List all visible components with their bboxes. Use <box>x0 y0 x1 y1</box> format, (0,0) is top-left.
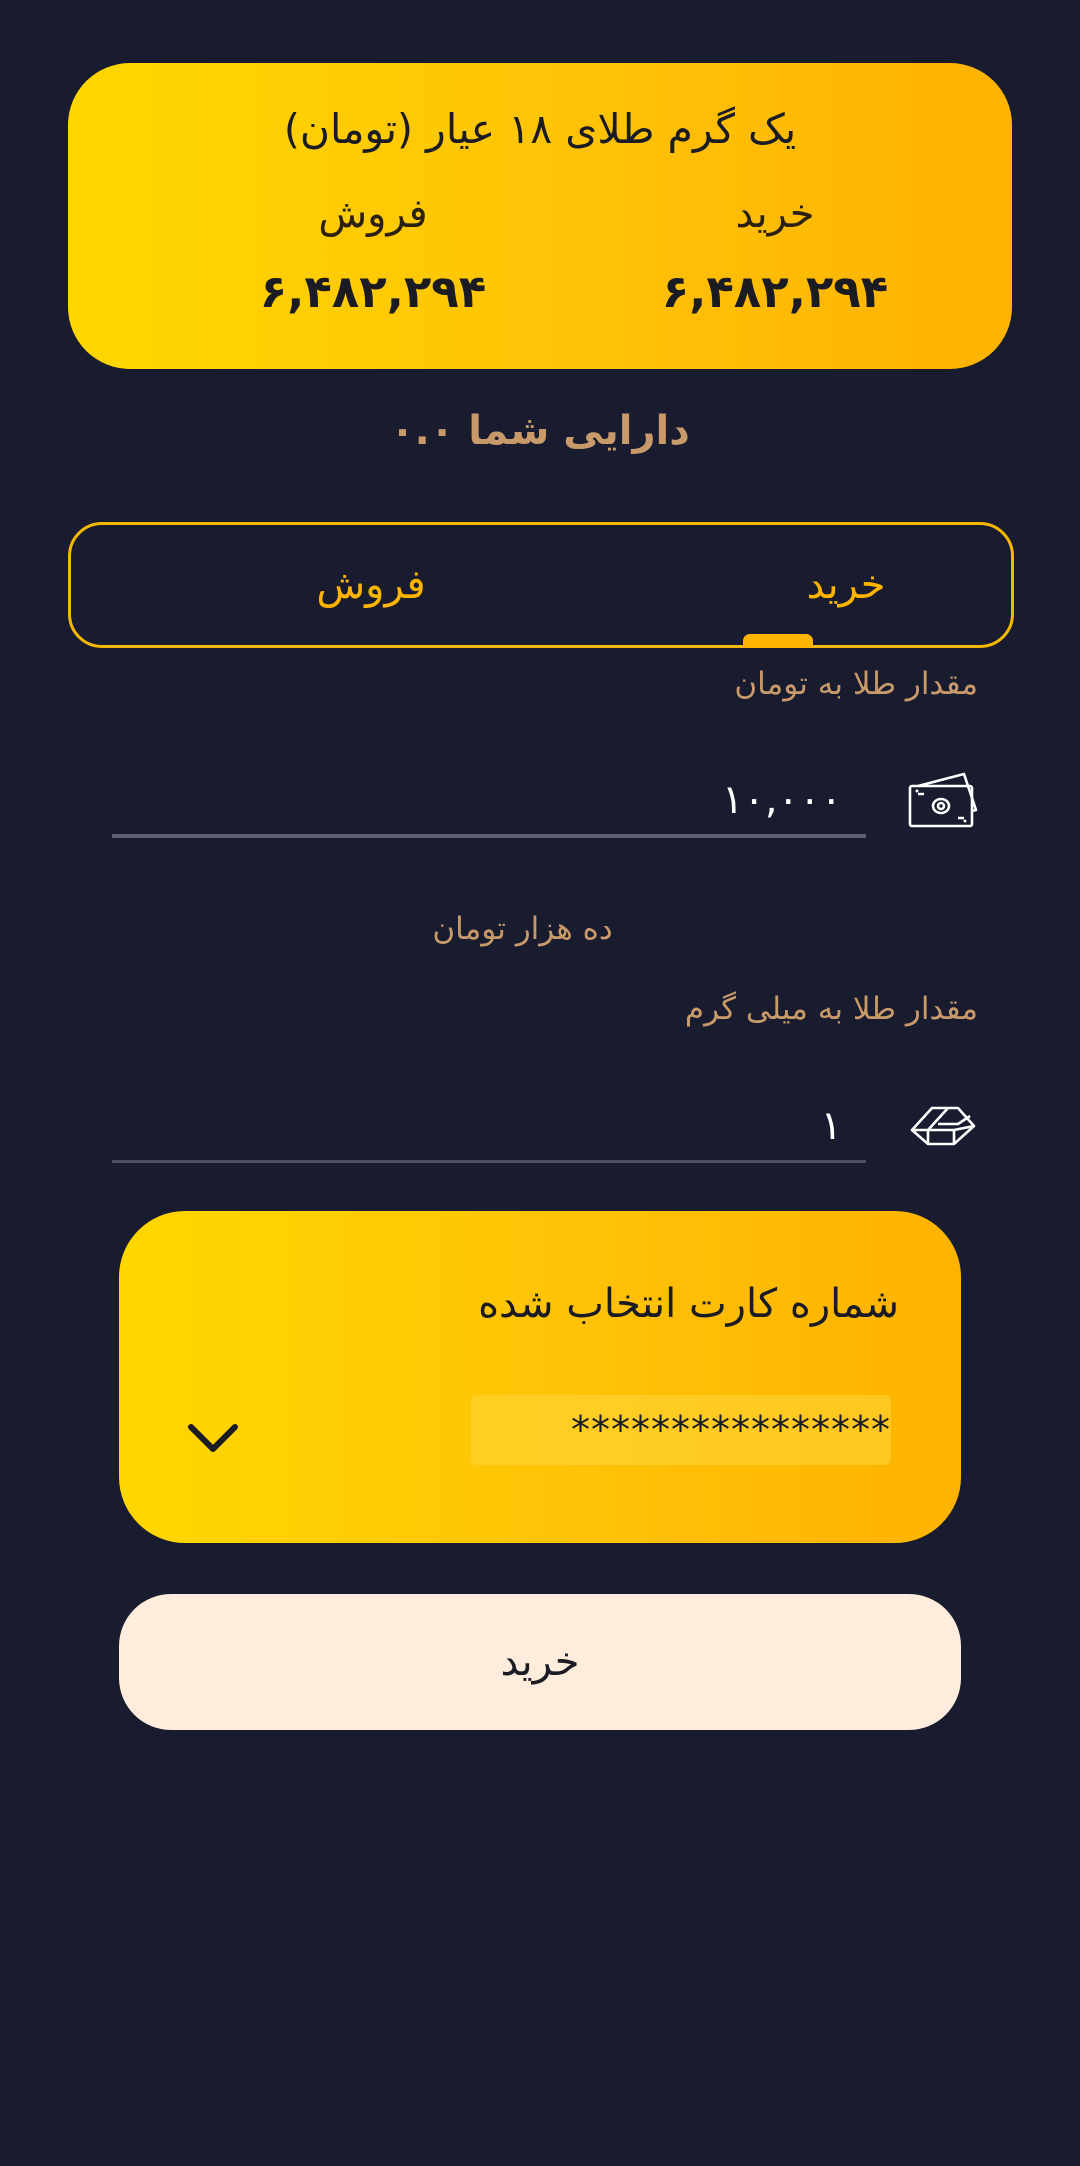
gram-amount-label: مقدار طلا به میلی گرم <box>684 991 978 1027</box>
tab-sell[interactable]: فروش <box>221 525 521 645</box>
gram-amount-underline <box>112 1160 866 1163</box>
gold-bar-icon <box>910 1106 976 1146</box>
buy-price-column: خرید ۶,۴۸۲,۲۹۴ <box>605 191 945 318</box>
toman-amount-row <box>112 766 866 838</box>
toman-amount-label: مقدار طلا به تومان <box>734 666 978 702</box>
buy-submit-button[interactable]: خرید <box>119 1594 961 1730</box>
money-icon <box>908 772 978 828</box>
buy-price-value: ۶,۴۸۲,۲۹۴ <box>661 265 889 318</box>
toman-amount-underline <box>112 834 866 838</box>
buy-price-label: خرید <box>735 191 815 237</box>
gram-amount-input[interactable] <box>112 1092 866 1160</box>
toman-amount-input[interactable] <box>112 766 866 834</box>
buy-sell-tabs: خرید فروش <box>68 522 1014 648</box>
selected-card-number: **************** <box>471 1395 891 1465</box>
tab-buy[interactable]: خرید <box>696 525 996 645</box>
sell-price-label: فروش <box>318 191 428 237</box>
price-card-title: یک گرم طلای ۱۸ عیار (تومان) <box>283 105 797 153</box>
toman-amount-in-words: ده هزار تومان <box>432 911 613 947</box>
active-tab-indicator <box>743 634 813 648</box>
selected-card-title: شماره کارت انتخاب شده <box>478 1281 899 1327</box>
gram-amount-row <box>112 1092 866 1163</box>
chevron-down-icon[interactable] <box>185 1421 241 1455</box>
user-assets: دارایی شما ۰.۰ <box>390 408 690 454</box>
sell-price-column: فروش ۶,۴۸۲,۲۹۴ <box>203 191 543 318</box>
gold-price-card: یک گرم طلای ۱۸ عیار (تومان) خرید ۶,۴۸۲,۲… <box>68 63 1012 369</box>
sell-price-value: ۶,۴۸۲,۲۹۴ <box>259 265 487 318</box>
selected-card-box[interactable]: شماره کارت انتخاب شده **************** <box>119 1211 961 1543</box>
